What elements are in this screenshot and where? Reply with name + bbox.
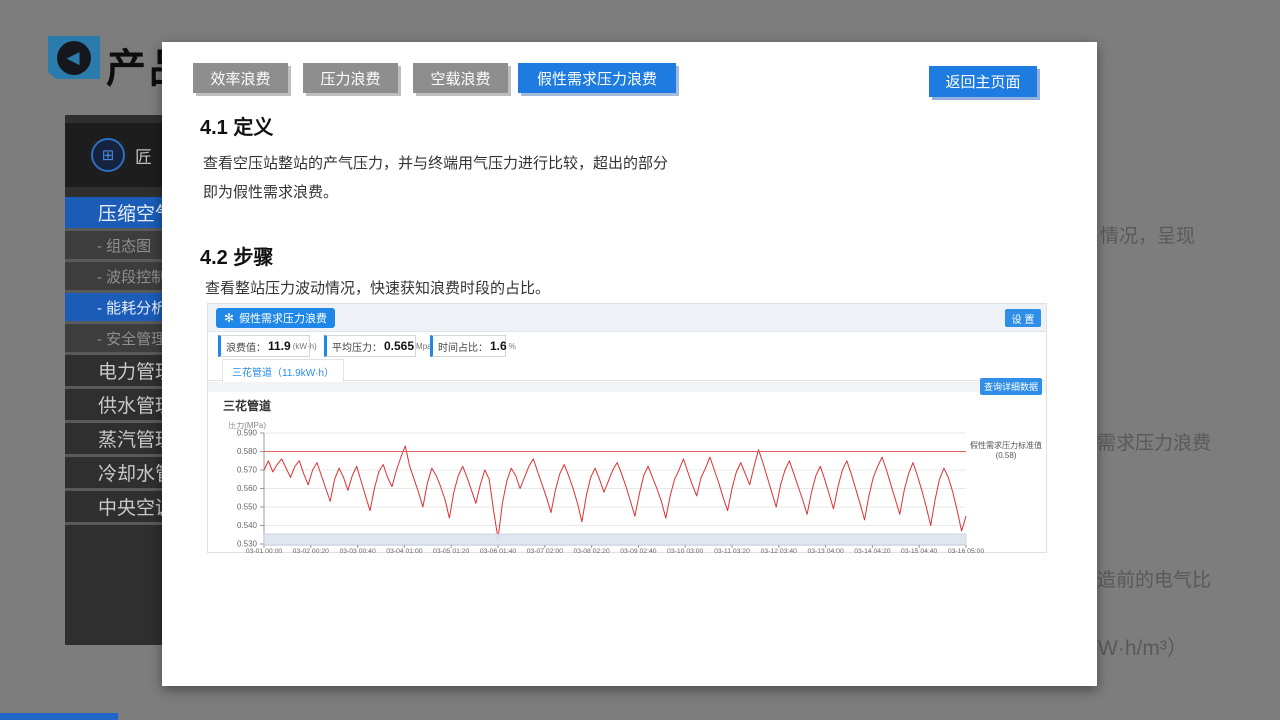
x-tick-label: 03-16 05:00 (948, 548, 985, 554)
dashboard-title-badge: ✻ 假性需求压力浪费 (216, 308, 335, 328)
x-tick-label: 03-15 04:40 (901, 548, 938, 554)
sidebar-item-6[interactable]: 供水管理 (65, 389, 162, 423)
pressure-series-line (264, 446, 966, 538)
x-tick-label: 03-02 00:20 (293, 548, 330, 554)
return-home-button[interactable]: 返回主页面 (929, 66, 1037, 97)
x-tick-label: 03-06 01:40 (480, 548, 517, 554)
chart-title: 三花管道 (223, 397, 271, 414)
y-tick-label: 0.590 (237, 429, 258, 438)
tab-1[interactable]: 压力浪费 (303, 63, 398, 93)
dashboard-header: ✻ 假性需求压力浪费 设 置 (208, 304, 1046, 332)
sidebar-logo-text: 匠 (135, 143, 152, 168)
query-detail-button[interactable]: 查询详细数据 (980, 378, 1042, 395)
sidebar-item-5[interactable]: 电力管理 (65, 355, 162, 389)
y-tick-label: 0.580 (237, 447, 258, 456)
bottom-bar (0, 713, 118, 720)
y-tick-label: 0.540 (237, 521, 258, 530)
pipe-tab[interactable]: 三花管道（11.9kW·h） (222, 359, 344, 382)
sidebar-item-4[interactable]: - 安全管理 (65, 324, 162, 355)
app-back-icon[interactable]: ◀ (48, 36, 100, 79)
x-tick-label: 03-14 04:20 (854, 548, 891, 554)
x-tick-label: 03-05 01:20 (433, 548, 470, 554)
x-tick-label: 03-01 00:00 (246, 548, 283, 554)
x-tick-label: 03-04 01:00 (386, 548, 423, 554)
tab-0[interactable]: 效率浪费 (193, 63, 288, 93)
sidebar-item-8[interactable]: 冷却水管理 (65, 457, 162, 491)
y-tick-label: 0.560 (237, 484, 258, 493)
stat-box-2: 时间占比：1.6% (430, 335, 506, 357)
sidebar-menu: 压缩空气- 组态图- 波段控制- 能耗分析- 安全管理电力管理供水管理蒸汽管理冷… (65, 197, 162, 525)
sidebar: ⊞ 匠 压缩空气- 组态图- 波段控制- 能耗分析- 安全管理电力管理供水管理蒸… (65, 115, 162, 645)
section-1-text-line2: 即为假性需求浪费。 (203, 181, 338, 202)
x-tick-label: 03-07 02:00 (527, 548, 564, 554)
x-tick-label: 03-09 02:40 (620, 548, 657, 554)
pressure-chart: 压力(MPa)0.5900.5800.5700.5600.5500.5400.5… (208, 422, 1048, 559)
sidebar-item-0[interactable]: 压缩空气 (65, 197, 162, 231)
sidebar-item-1[interactable]: - 组态图 (65, 231, 162, 262)
x-tick-label: 03-13 04:00 (807, 548, 844, 554)
x-tick-label: 03-03 00:40 (339, 548, 376, 554)
back-circle: ◀ (57, 41, 91, 75)
x-tick-label: 03-11 03:20 (714, 548, 750, 554)
tab-2[interactable]: 空载浪费 (413, 63, 508, 93)
background-text-fragment: W·h/m³） (1098, 632, 1188, 662)
threshold-value-label: (0.58) (996, 451, 1017, 460)
section-1-heading: 4.1 定义 (200, 111, 273, 140)
dashboard-screenshot: ✻ 假性需求压力浪费 设 置 浪费值：11.9(kW·h) 平均压力：0.565M… (207, 303, 1047, 553)
sidebar-logo-icon: ⊞ (91, 138, 125, 172)
stat-box-1: 平均压力：0.565Mpa (324, 335, 416, 357)
x-tick-label: 03-08 02:20 (573, 548, 610, 554)
sidebar-item-9[interactable]: 中央空调管理 (65, 491, 162, 525)
section-2-text-line1: 查看整站压力波动情况，快速获知浪费时段的占比。 (205, 277, 550, 298)
y-tick-label: 0.570 (237, 466, 258, 475)
background-text-fragment: 造前的电气比 (1097, 565, 1211, 592)
x-tick-label: 03-12 03:40 (761, 548, 798, 554)
section-1-text-line1: 查看空压站整站的产气压力，并与终端用气压力进行比较，超出的部分 (203, 152, 668, 173)
y-tick-label: 0.550 (237, 503, 258, 512)
stat-box-0: 浪费值：11.9(kW·h) (218, 335, 310, 357)
sidebar-item-7[interactable]: 蒸汽管理 (65, 423, 162, 457)
threshold-label: 假性需求压力标准值 (970, 440, 1042, 450)
sidebar-item-3[interactable]: - 能耗分析 (65, 293, 162, 324)
section-2-heading: 4.2 步骤 (200, 241, 273, 270)
sidebar-item-2[interactable]: - 波段控制 (65, 262, 162, 293)
sidebar-logo: ⊞ 匠 (65, 123, 162, 187)
badge-label: 假性需求压力浪费 (239, 310, 327, 326)
tab-3[interactable]: 假性需求压力浪费 (518, 63, 676, 93)
background-text-fragment: 情况，呈现 (1100, 221, 1195, 248)
detail-modal: 效率浪费压力浪费空载浪费假性需求压力浪费 返回主页面 4.1 定义 查看空压站整… (162, 42, 1097, 686)
screen: ◀ 产品 ⊞ 匠 压缩空气- 组态图- 波段控制- 能耗分析- 安全管理电力管理… (0, 0, 1280, 720)
settings-button[interactable]: 设 置 (1005, 309, 1041, 327)
back-arrow-icon: ◀ (66, 49, 79, 66)
badge-icon: ✻ (224, 311, 234, 325)
background-text-fragment: 需求压力浪费 (1097, 428, 1211, 455)
toolbar-strip (208, 382, 1046, 392)
x-tick-label: 03-10 03:00 (667, 548, 704, 554)
datazoom-slider[interactable] (264, 534, 966, 545)
